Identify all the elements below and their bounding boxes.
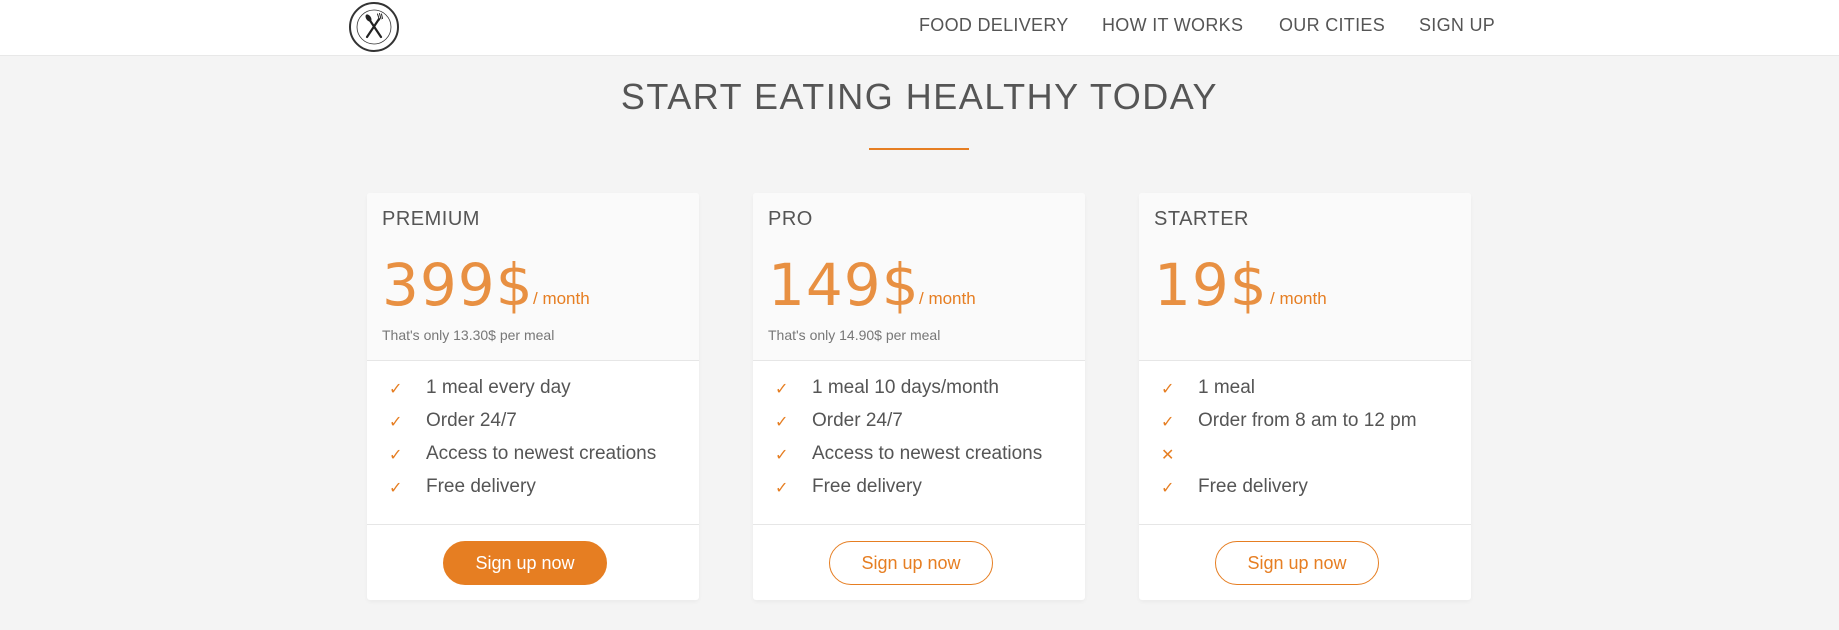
sign-up-button-pro[interactable]: Sign up now: [829, 541, 993, 585]
feature-item: ✓ Free delivery: [1139, 475, 1471, 508]
feature-text: Access to newest creations: [812, 443, 1043, 464]
check-icon: ✓: [389, 447, 403, 464]
feature-item: ✓ 1 meal 10 days/month: [753, 376, 1085, 409]
check-icon: ✓: [389, 414, 403, 431]
plan-period: / month: [919, 289, 976, 308]
check-icon: ✓: [389, 480, 403, 497]
plan-price: 149$: [768, 251, 920, 319]
check-icon: ✓: [775, 480, 789, 497]
plan-footer: Sign up now: [753, 524, 1085, 600]
feature-text: 1 meal: [1198, 377, 1256, 398]
plan-header: STARTER 19$ / month: [1139, 193, 1471, 361]
plan-name: STARTER: [1154, 208, 1249, 230]
plan-price: 399$: [382, 251, 534, 319]
title-divider: [869, 148, 969, 150]
plan-period: / month: [1270, 289, 1327, 308]
plan-card-pro: PRO 149$ / month That's only 14.90$ per …: [753, 193, 1085, 600]
check-icon: ✓: [389, 381, 403, 398]
top-navbar: FOOD DELIVERY HOW IT WORKS OUR CITIES SI…: [0, 0, 1839, 56]
plan-header: PREMIUM 399$ / month That's only 13.30$ …: [367, 193, 699, 361]
feature-item: ✓ 1 meal every day: [367, 376, 699, 409]
sign-up-button-starter[interactable]: Sign up now: [1215, 541, 1379, 585]
cross-icon: ✕: [1161, 447, 1175, 464]
plan-price: 19$: [1154, 251, 1268, 319]
plan-card-starter: STARTER 19$ / month ✓ 1 meal ✓ Order fro…: [1139, 193, 1471, 600]
feature-item: ✓ Access to newest creations: [367, 442, 699, 475]
feature-list: ✓ 1 meal ✓ Order from 8 am to 12 pm ✕ ✓ …: [1139, 376, 1471, 508]
section-title: START EATING HEALTHY TODAY: [620, 76, 1219, 117]
check-icon: ✓: [1161, 480, 1175, 497]
feature-text: Free delivery: [1198, 476, 1308, 497]
check-icon: ✓: [775, 414, 789, 431]
feature-list: ✓ 1 meal every day ✓ Order 24/7 ✓ Access…: [367, 376, 699, 508]
check-icon: ✓: [775, 447, 789, 464]
plan-name: PREMIUM: [382, 208, 480, 230]
feature-item: ✕: [1139, 442, 1471, 475]
feature-item: ✓ Free delivery: [367, 475, 699, 508]
feature-text: 1 meal 10 days/month: [812, 377, 999, 398]
check-icon: ✓: [1161, 414, 1175, 431]
plan-footer: Sign up now: [367, 524, 699, 600]
feature-item: ✓ Order from 8 am to 12 pm: [1139, 409, 1471, 442]
nav-links: FOOD DELIVERY HOW IT WORKS OUR CITIES SI…: [0, 15, 1839, 41]
check-icon: ✓: [1161, 381, 1175, 398]
plan-note: That's only 13.30$ per meal: [382, 327, 555, 343]
plan-note: That's only 14.90$ per meal: [768, 327, 941, 343]
plan-period: / month: [533, 289, 590, 308]
feature-text: Order 24/7: [812, 410, 903, 431]
nav-link-how-it-works[interactable]: HOW IT WORKS: [1102, 15, 1243, 36]
feature-text: Order 24/7: [426, 410, 517, 431]
plan-footer: Sign up now: [1139, 524, 1471, 600]
feature-item: ✓ Order 24/7: [753, 409, 1085, 442]
feature-item: ✓ Access to newest creations: [753, 442, 1085, 475]
feature-text: Order from 8 am to 12 pm: [1198, 410, 1417, 431]
plan-name: PRO: [768, 208, 813, 230]
check-icon: ✓: [775, 381, 789, 398]
feature-item: ✓ 1 meal: [1139, 376, 1471, 409]
feature-item: ✓ Free delivery: [753, 475, 1085, 508]
sign-up-button-premium[interactable]: Sign up now: [443, 541, 607, 585]
feature-list: ✓ 1 meal 10 days/month ✓ Order 24/7 ✓ Ac…: [753, 376, 1085, 508]
feature-text: Free delivery: [426, 476, 536, 497]
plan-header: PRO 149$ / month That's only 14.90$ per …: [753, 193, 1085, 361]
feature-text: Access to newest creations: [426, 443, 657, 464]
nav-link-sign-up[interactable]: SIGN UP: [1419, 15, 1495, 36]
feature-text: 1 meal every day: [426, 377, 571, 398]
nav-link-food-delivery[interactable]: FOOD DELIVERY: [919, 15, 1069, 36]
feature-text: Free delivery: [812, 476, 922, 497]
nav-link-our-cities[interactable]: OUR CITIES: [1279, 15, 1385, 36]
feature-item: ✓ Order 24/7: [367, 409, 699, 442]
plan-card-premium: PREMIUM 399$ / month That's only 13.30$ …: [367, 193, 699, 600]
